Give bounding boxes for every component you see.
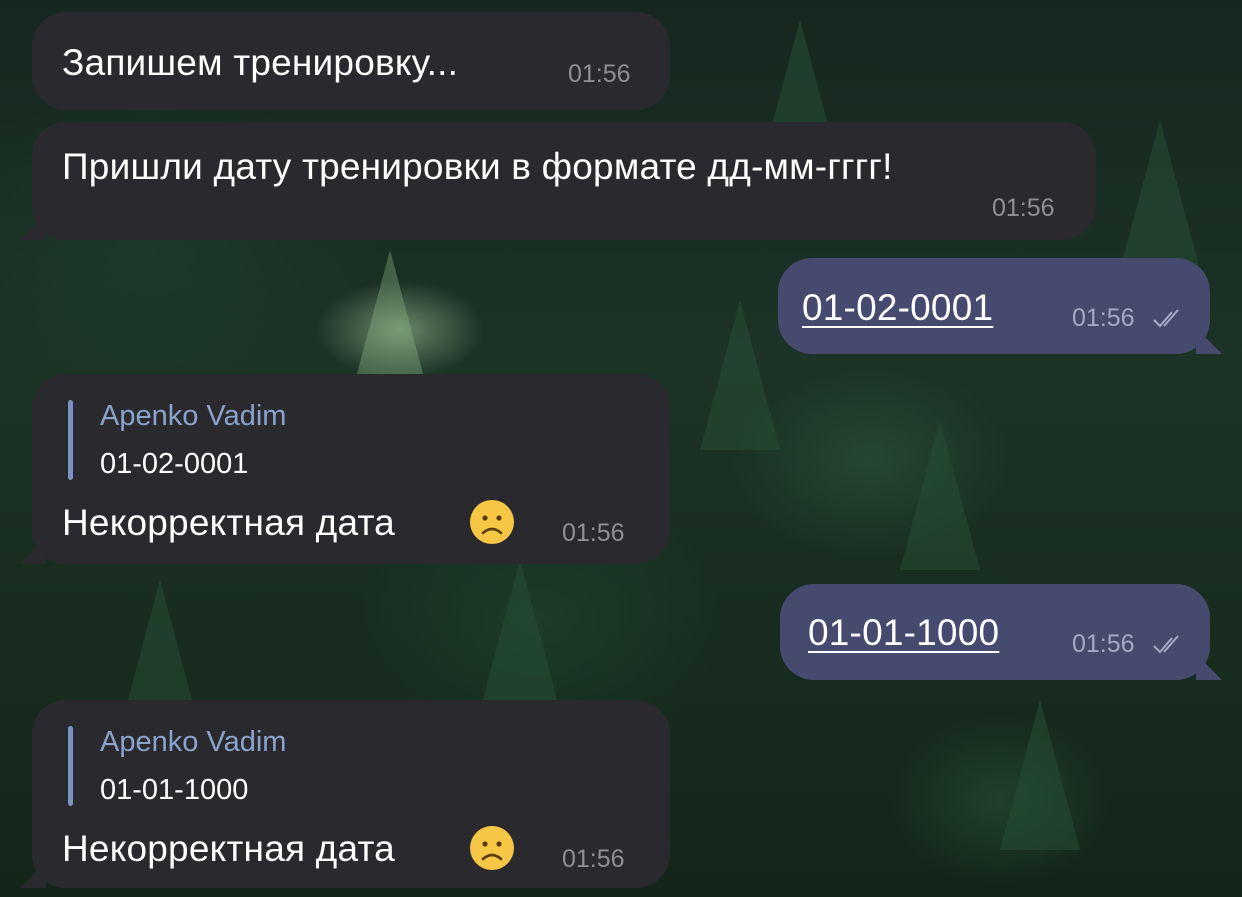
message-text-link[interactable]: 01-01-1000 bbox=[808, 612, 999, 654]
message-time: 01:56 bbox=[568, 60, 631, 88]
read-double-check-icon bbox=[1153, 309, 1179, 328]
bubble-tail bbox=[1196, 328, 1222, 354]
reply-quote[interactable]: 01-02-0001 bbox=[100, 448, 248, 481]
reply-author[interactable]: Apenko Vadim bbox=[100, 400, 286, 433]
message-incoming[interactable]: Apenko Vadim 01-01-1000 Некорректная дат… bbox=[20, 700, 670, 888]
frowning-face-emoji-icon bbox=[470, 500, 514, 544]
chat-area[interactable]: Запишем тренировку... 01:56 Пришли дату … bbox=[0, 0, 1242, 897]
message-outgoing[interactable]: 01-02-0001 01:56 bbox=[778, 258, 1222, 354]
message-text: Некорректная дата bbox=[62, 502, 395, 543]
message-time: 01:56 bbox=[562, 845, 625, 873]
bubble-tail bbox=[20, 862, 46, 888]
message-text: Пришли дату тренировки в формате дд-мм-г… bbox=[62, 146, 893, 187]
reply-accent-bar bbox=[68, 726, 73, 806]
frowning-face-emoji-icon bbox=[470, 826, 514, 870]
reply-accent-bar bbox=[68, 400, 73, 480]
message-incoming[interactable]: Запишем тренировку... 01:56 bbox=[32, 12, 670, 110]
message-incoming[interactable]: Пришли дату тренировки в формате дд-мм-г… bbox=[20, 122, 1096, 240]
bubble-tail bbox=[20, 214, 46, 240]
message-incoming[interactable]: Apenko Vadim 01-02-0001 Некорректная дат… bbox=[20, 374, 670, 564]
read-double-check-icon bbox=[1153, 635, 1179, 654]
reply-author[interactable]: Apenko Vadim bbox=[100, 726, 286, 759]
message-text: Некорректная дата bbox=[62, 828, 395, 869]
message-text: Запишем тренировку... bbox=[62, 42, 459, 83]
message-text-link[interactable]: 01-02-0001 bbox=[802, 287, 993, 329]
message-time: 01:56 bbox=[1072, 630, 1135, 658]
bubble-tail bbox=[20, 538, 46, 564]
reply-quote[interactable]: 01-01-1000 bbox=[100, 774, 248, 807]
message-time: 01:56 bbox=[992, 194, 1055, 222]
bubble-tail bbox=[1196, 654, 1222, 680]
message-time: 01:56 bbox=[562, 519, 625, 547]
message-outgoing[interactable]: 01-01-1000 01:56 bbox=[780, 584, 1222, 680]
message-time: 01:56 bbox=[1072, 304, 1135, 332]
